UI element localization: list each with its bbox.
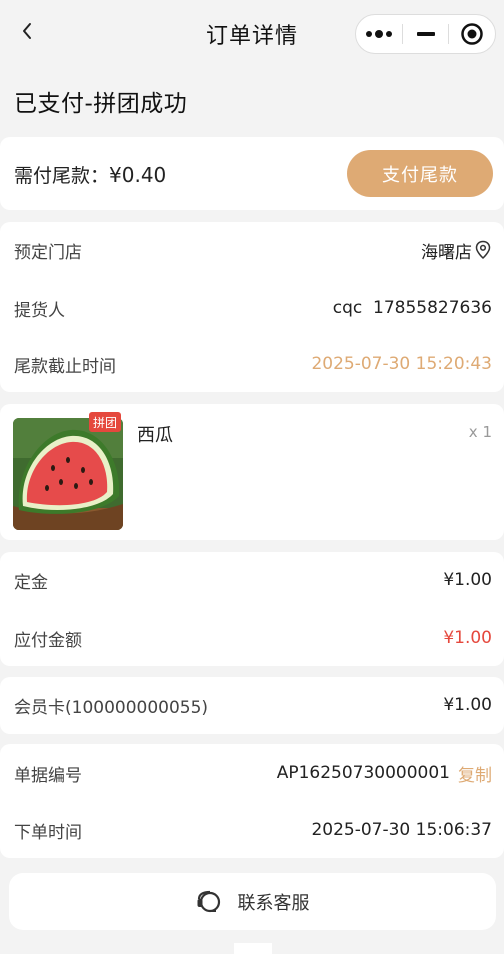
payable-row: 应付金额 ¥1.00	[14, 623, 492, 653]
minimize-icon	[416, 32, 435, 36]
deposit-value: ¥1.00	[443, 570, 492, 590]
order-status: 已支付-拼团成功	[14, 91, 188, 117]
record-circle-icon	[461, 23, 483, 45]
deposit-label: 定金	[14, 572, 48, 593]
deadline-label: 尾款截止时间	[14, 356, 116, 377]
price-card: 定金 ¥1.00 应付金额 ¥1.00	[0, 552, 504, 666]
member-card-row: 会员卡(100000000055) ¥1.00	[14, 690, 492, 720]
balance-payment-card: 需付尾款：¥0.40 支付尾款	[0, 137, 504, 210]
order-info-card: 单据编号 AP16250730000001 复制 下单时间 2025-07-30…	[0, 744, 504, 858]
order-number-row: 单据编号 AP16250730000001 复制	[14, 758, 492, 788]
picker-row: 提货人 cqc 17855827636	[14, 293, 492, 323]
order-number: AP16250730000001	[276, 763, 450, 783]
contact-service-button[interactable]: 联系客服	[9, 873, 496, 930]
location-pin-icon	[475, 240, 491, 260]
pay-balance-button[interactable]: 支付尾款	[347, 150, 493, 197]
balance-label: 需付尾款：¥0.40	[14, 161, 166, 188]
store-name: 海曙店	[421, 242, 472, 263]
more-dots-icon	[365, 30, 392, 38]
minimize-button[interactable]	[403, 15, 449, 53]
picker-value: cqc 17855827636	[332, 298, 492, 318]
order-time: 2025-07-30 15:06:37	[311, 820, 492, 840]
deadline-row: 尾款截止时间 2025-07-30 15:20:43	[14, 349, 492, 379]
member-card-value: ¥1.00	[443, 695, 492, 715]
group-buy-badge: 拼团	[89, 412, 122, 432]
contact-service-label: 联系客服	[237, 892, 310, 914]
order-time-label: 下单时间	[14, 822, 82, 843]
more-button[interactable]	[356, 15, 402, 53]
product-card[interactable]: 西瓜 x 1	[0, 404, 504, 540]
store-row[interactable]: 预定门店 海曙店	[14, 235, 492, 265]
deadline-value: 2025-07-30 15:20:43	[311, 354, 492, 374]
store-label: 预定门店	[14, 242, 82, 263]
deposit-row: 定金 ¥1.00	[14, 565, 492, 595]
pickup-info-card: 预定门店 海曙店 提货人 cqc 17855827636 尾款截止时间 2025…	[0, 222, 504, 392]
mini-program-capsule	[355, 14, 496, 54]
close-mini-program-button[interactable]	[449, 15, 495, 53]
bottom-fragment	[234, 943, 272, 954]
product-name: 西瓜	[137, 425, 173, 446]
copy-button[interactable]: 复制	[458, 761, 492, 786]
product-quantity: x 1	[468, 423, 492, 441]
payable-label: 应付金额	[14, 630, 82, 651]
balance-label-text: 需付尾款：	[14, 165, 110, 187]
payable-value: ¥1.00	[443, 628, 492, 648]
product-image	[13, 418, 123, 530]
order-time-row: 下单时间 2025-07-30 15:06:37	[14, 815, 492, 845]
navigation-bar: 订单详情	[0, 0, 504, 68]
member-card-row-card: 会员卡(100000000055) ¥1.00	[0, 677, 504, 734]
order-number-label: 单据编号	[14, 765, 82, 786]
headset-icon	[197, 890, 220, 912]
balance-amount: ¥0.40	[109, 163, 167, 187]
watermelon-image	[13, 418, 123, 530]
picker-label: 提货人	[14, 300, 65, 321]
member-card-label: 会员卡(100000000055)	[14, 697, 209, 718]
